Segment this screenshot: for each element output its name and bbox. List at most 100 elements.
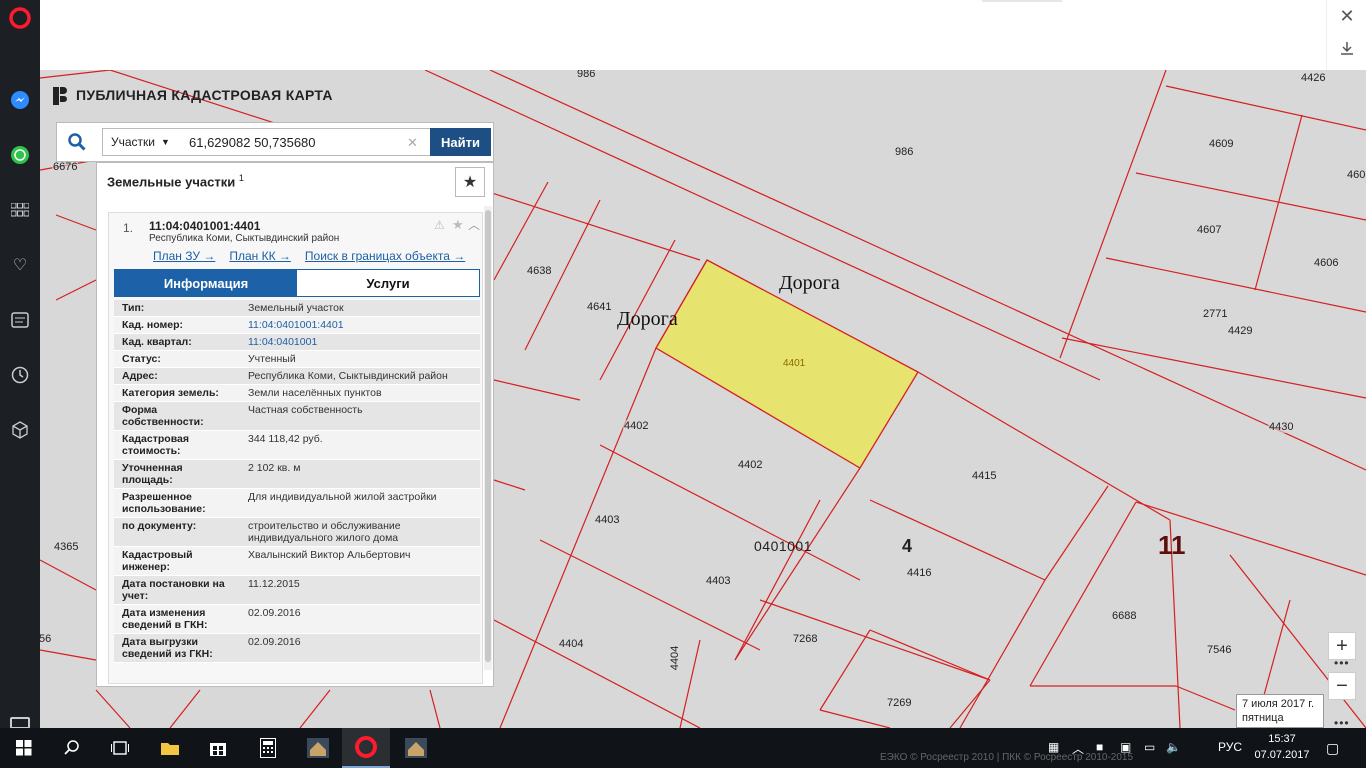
star-icon[interactable]: ★ (452, 217, 464, 233)
parcel-number[interactable]: 4415 (971, 470, 998, 482)
warning-icon[interactable]: ⚠ (434, 218, 445, 232)
results-panel: Земельные участки 1 ★ 1. 11:04:0401001:4… (96, 162, 494, 687)
result-item: 1. 11:04:0401001:4401 Республика Коми, С… (108, 212, 483, 684)
extensions-cube-icon[interactable] (8, 418, 32, 442)
tab-services[interactable]: Услуги (297, 270, 479, 296)
battery-icon[interactable]: ▭ (1144, 740, 1155, 754)
search-bar: Участки ▼ 61,629082 50,735680 ✕ Найти (56, 122, 494, 162)
info-row: Форма собственности: Частная собственност… (114, 402, 480, 431)
parcel-number[interactable]: 6688 (1111, 610, 1138, 622)
info-row: Тип: Земельный участок (114, 300, 480, 317)
tab-information[interactable]: Информация (115, 270, 297, 296)
rosreestr-logo-icon[interactable] (52, 85, 68, 105)
file-explorer-icon[interactable] (146, 728, 194, 768)
close-icon[interactable]: ✕ (1335, 4, 1359, 28)
search-type-select[interactable]: Участки ▼ (102, 128, 178, 156)
info-row: Разрешенное использование: Для индивидуал… (114, 489, 480, 518)
scrollbar-thumb[interactable] (485, 210, 491, 662)
parcel-number[interactable]: 4429 (1227, 325, 1254, 337)
search-input[interactable]: 61,629082 50,735680 (177, 128, 431, 156)
cadastral-block-label: 0401001 (754, 538, 813, 554)
parcel-number[interactable]: 4638 (526, 265, 553, 277)
search-in-bounds-link[interactable]: Поиск в границах объекта → (305, 249, 465, 263)
news-icon[interactable] (8, 308, 32, 332)
road-label: Дорога (617, 308, 678, 330)
calculator-icon[interactable] (244, 728, 292, 768)
messenger-icon[interactable] (8, 88, 32, 112)
parcel-number[interactable]: 7269 (886, 697, 913, 709)
parcel-number[interactable]: 4641 (586, 301, 613, 313)
selected-parcel-label[interactable]: 4401 (783, 358, 805, 369)
parcel-number[interactable]: 56 (40, 633, 53, 645)
search-icon[interactable] (48, 728, 96, 768)
parcel-number[interactable]: 4403 (705, 575, 732, 587)
search-button[interactable]: Найти (430, 128, 491, 156)
opera-logo-icon[interactable] (8, 6, 32, 30)
results-scrollbar[interactable] (484, 206, 492, 670)
parcel-number[interactable]: 4416 (906, 567, 933, 579)
speed-dial-icon[interactable] (8, 198, 32, 222)
whatsapp-icon[interactable] (8, 143, 32, 167)
parcel-number[interactable]: 986 (894, 146, 915, 158)
language-indicator[interactable]: РУС (1218, 740, 1242, 754)
plan-kk-link[interactable]: План КК → (229, 249, 291, 263)
info-row: Уточненная площадь: 2 102 кв. м (114, 460, 480, 489)
house-app-icon[interactable] (392, 728, 440, 768)
favorites-star-button[interactable]: ★ (455, 167, 485, 197)
more-icon[interactable]: ••• (1334, 656, 1350, 670)
parcel-number[interactable]: 4404 (558, 638, 585, 650)
info-row: Дата постановки на учет: 11.12.2015 (114, 576, 480, 605)
parcel-number[interactable]: 2771 (1202, 308, 1229, 320)
notifications-icon[interactable]: ▢ (1326, 740, 1339, 757)
opera-browser-icon[interactable] (342, 728, 390, 768)
parcel-number[interactable]: 4606 (1313, 257, 1340, 269)
parcel-number[interactable]: 4609 (1208, 138, 1235, 150)
store-icon[interactable] (194, 728, 242, 768)
history-clock-icon[interactable] (8, 363, 32, 387)
parcel-number[interactable]: 4404 (669, 644, 682, 672)
parcel-number[interactable]: 4403 (594, 514, 621, 526)
zoom-out-button[interactable]: − (1328, 672, 1356, 700)
info-row: Кад. номер: 11:04:0401001:4401 (114, 317, 480, 334)
quarter-label: 4 (902, 536, 913, 556)
info-row: Кадастровая стоимость: 344 118,42 руб. (114, 431, 480, 460)
windows-start-icon[interactable] (0, 728, 48, 768)
parcel-number[interactable]: 4607 (1196, 224, 1223, 236)
parcel-number[interactable]: 986 (576, 70, 597, 80)
page-title: ПУБЛИЧНАЯ КАДАСТРОВАЯ КАРТА (76, 87, 333, 103)
chevron-up-icon[interactable]: ︿ (468, 216, 480, 233)
cad-number-link[interactable]: 11:04:0401001:4401 (234, 317, 480, 333)
info-row: по документу: строительство и обслуживани… (114, 518, 480, 547)
parcel-number[interactable]: 6676 (52, 161, 79, 173)
parcel-number[interactable]: 7268 (792, 633, 819, 645)
results-count: 1 (238, 173, 244, 183)
chevron-down-icon: ▼ (161, 137, 170, 147)
parcel-number[interactable]: 460 (1346, 169, 1366, 181)
plan-zu-link[interactable]: План ЗУ → (153, 249, 215, 263)
heart-icon[interactable]: ♡ (8, 253, 32, 277)
opera-sidebar: ♡ (0, 0, 40, 729)
parcel-number[interactable]: 4402 (737, 459, 764, 471)
parcel-number[interactable]: 7546 (1206, 644, 1233, 656)
info-table: Тип: Земельный участок Кад. номер: 11:04:0… (114, 300, 480, 663)
download-icon[interactable] (1335, 36, 1359, 60)
item-number: 1. (123, 221, 134, 235)
parcel-number[interactable]: 4402 (623, 420, 650, 432)
search-icon[interactable] (57, 123, 97, 161)
item-cadastral-number[interactable]: 11:04:0401001:4401 (149, 219, 260, 233)
parcel-number[interactable]: 4430 (1268, 421, 1295, 433)
parcel-number[interactable]: 4426 (1300, 72, 1327, 84)
district-label: 11 (1158, 530, 1186, 560)
item-tabs: Информация Услуги (114, 269, 480, 297)
item-links: План ЗУ → План КК → Поиск в границах объ… (153, 249, 465, 263)
search-type-label: Участки (111, 135, 155, 149)
task-view-icon[interactable] (96, 728, 144, 768)
info-row: Кад. квартал: 11:04:0401001 (114, 334, 480, 351)
windows-taskbar: ▦ ︿ ■ ▣ ▭ 🔈 РУС 15:37 07.07.2017 ▢ (0, 728, 1366, 768)
clock[interactable]: 15:37 07.07.2017 (1252, 731, 1312, 763)
cad-quarter-link[interactable]: 11:04:0401001 (234, 334, 480, 350)
parcel-number[interactable]: 4365 (53, 541, 80, 553)
volume-icon[interactable]: 🔈 (1166, 740, 1181, 754)
clear-icon[interactable]: ✕ (407, 135, 418, 151)
house-app-icon[interactable] (294, 728, 342, 768)
